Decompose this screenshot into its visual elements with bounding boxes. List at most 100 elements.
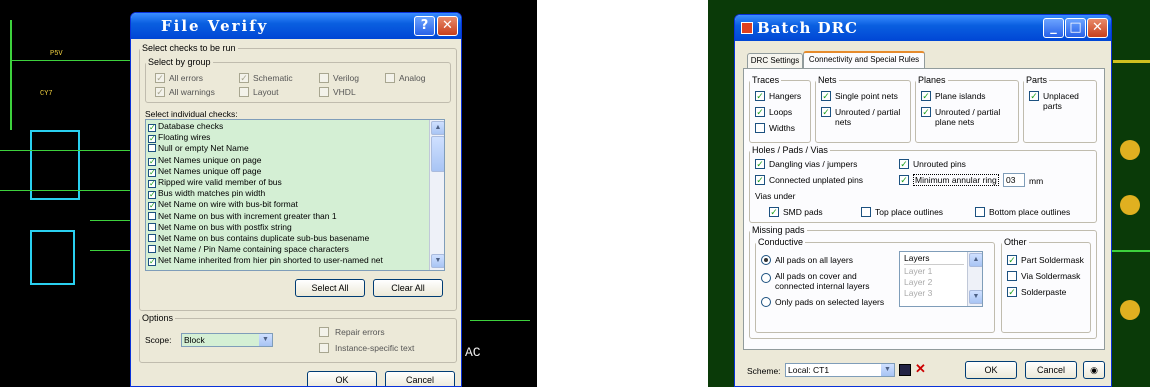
save-icon[interactable] <box>899 364 911 376</box>
part-soldermask-checkbox[interactable]: ✓ <box>1007 255 1017 265</box>
scope-select[interactable]: Block ▼ <box>181 333 273 347</box>
check-row[interactable]: Null or empty Net Name <box>148 144 249 153</box>
help-button[interactable]: ? <box>414 16 435 36</box>
unrouted-pins-checkbox[interactable]: ✓ <box>899 159 909 169</box>
check-row[interactable]: ✓ Ripped wire valid member of bus <box>148 178 282 188</box>
schematic-checkbox[interactable]: ✓ <box>239 73 249 83</box>
check-row[interactable]: ✓ Net Name on wire with bus-bit format <box>148 199 298 211</box>
only-pads-label: Only pads on selected layers <box>775 297 885 307</box>
check-label: Net Name on wire with bus-bit format <box>158 199 298 210</box>
layout-checkbox[interactable] <box>239 87 249 97</box>
analog-checkbox[interactable] <box>385 73 395 83</box>
check-row[interactable]: ✓ Database checks <box>148 122 223 132</box>
check-checkbox[interactable]: ✓ <box>148 258 156 267</box>
unplaced-parts-checkbox[interactable]: ✓ <box>1029 91 1039 101</box>
loops-checkbox[interactable]: ✓ <box>755 107 765 117</box>
widths-checkbox[interactable] <box>755 123 765 133</box>
solderpaste-checkbox[interactable]: ✓ <box>1007 287 1017 297</box>
check-row[interactable]: Net Name on bus with increment greater t… <box>148 210 337 221</box>
tab-connectivity[interactable]: Connectivity and Special Rules <box>803 51 925 68</box>
list-scrollbar[interactable]: ▲ ▼ <box>429 120 444 270</box>
ok-button[interactable]: OK <box>307 371 377 386</box>
layer-item[interactable]: Layer 1 <box>904 267 932 276</box>
top-place-checkbox[interactable] <box>861 207 871 217</box>
close-button[interactable]: ✕ <box>437 16 458 36</box>
bottom-place-checkbox[interactable] <box>975 207 985 217</box>
verilog-checkbox[interactable] <box>319 73 329 83</box>
hangers-checkbox[interactable]: ✓ <box>755 91 765 101</box>
check-row[interactable]: ✓ Net Name inherited from hier pin shorte… <box>148 256 383 267</box>
cancel-button[interactable]: Cancel <box>385 371 455 386</box>
check-row[interactable]: ✓ Net Names unique off page <box>148 166 261 177</box>
check-checkbox[interactable]: ✓ <box>148 157 156 166</box>
scroll-up-arrow[interactable]: ▲ <box>431 121 444 135</box>
select-all-button[interactable]: Select All <box>295 279 365 297</box>
check-checkbox[interactable]: ✓ <box>148 191 156 200</box>
scheme-select[interactable]: Local: CT1 ▼ <box>785 363 895 377</box>
ok-button[interactable]: OK <box>965 361 1017 379</box>
check-label: Net Name on bus with postfix string <box>158 221 292 232</box>
layer-item[interactable]: Layer 3 <box>904 289 932 298</box>
only-pads-radio[interactable] <box>761 297 771 307</box>
check-checkbox[interactable] <box>148 222 156 231</box>
app-icon <box>741 22 753 34</box>
check-checkbox[interactable]: ✓ <box>148 168 156 177</box>
scroll-down-arrow[interactable]: ▼ <box>431 254 444 268</box>
vhdl-checkbox[interactable] <box>319 87 329 97</box>
min-annular-checkbox[interactable]: ✓ <box>899 175 909 185</box>
check-row[interactable]: Net Name on bus with postfix string <box>148 221 292 232</box>
scroll-thumb[interactable] <box>431 136 444 172</box>
check-checkbox[interactable] <box>148 144 156 153</box>
connected-unplated-checkbox[interactable]: ✓ <box>755 175 765 185</box>
check-row[interactable]: ✓ Net Names unique on page <box>148 154 262 166</box>
layers-list[interactable]: Layers Layer 1 Layer 2 Layer 3 ▲ ▼ <box>899 251 983 307</box>
individual-checks-list[interactable]: ✓ Database checks ✓ Floating wires Null or e… <box>145 119 445 271</box>
check-checkbox[interactable]: ✓ <box>148 124 156 132</box>
check-checkbox[interactable] <box>148 211 156 220</box>
minimize-button[interactable]: _ <box>1043 18 1064 38</box>
check-row[interactable]: Net Name / Pin Name containing space cha… <box>148 245 349 254</box>
close-button[interactable]: ✕ <box>1087 18 1108 38</box>
check-checkbox[interactable]: ✓ <box>148 202 156 211</box>
single-point-nets-checkbox[interactable]: ✓ <box>821 91 831 101</box>
check-label: Net Names unique on page <box>158 154 262 165</box>
check-checkbox[interactable]: ✓ <box>148 180 156 188</box>
via-soldermask-checkbox[interactable] <box>1007 271 1017 281</box>
min-annular-input[interactable]: 03 <box>1003 173 1025 187</box>
cancel-button[interactable]: Cancel <box>1025 361 1077 379</box>
repair-errors-checkbox[interactable] <box>319 327 329 337</box>
instance-specific-checkbox[interactable] <box>319 343 329 353</box>
all-pads-radio[interactable] <box>761 255 771 265</box>
all-warnings-label: All warnings <box>169 87 215 97</box>
widths-label: Widths <box>769 123 795 133</box>
all-warnings-checkbox[interactable]: ✓ <box>155 87 165 97</box>
plane-islands-checkbox[interactable]: ✓ <box>921 91 931 101</box>
help-button[interactable]: ◉ <box>1083 361 1105 379</box>
maximize-icon: □ <box>1069 20 1082 35</box>
layer-item[interactable]: Layer 2 <box>904 278 932 287</box>
maximize-button[interactable]: □ <box>1065 18 1086 38</box>
unrouted-nets-checkbox[interactable]: ✓ <box>821 107 831 117</box>
check-row[interactable]: ✓ Floating wires <box>148 133 210 144</box>
unrouted-plane-nets-checkbox[interactable]: ✓ <box>921 107 931 117</box>
min-annular-label: Minimum annular ring <box>913 174 999 186</box>
tab-drc-settings[interactable]: DRC Settings <box>747 53 803 68</box>
check-checkbox[interactable] <box>148 234 156 242</box>
scroll-up-arrow[interactable]: ▲ <box>969 253 982 267</box>
loops-label: Loops <box>769 107 793 117</box>
check-row[interactable]: ✓ Bus width matches pin width <box>148 189 265 200</box>
check-label: Net Name on bus with increment greater t… <box>158 210 337 221</box>
all-pads-cover-radio[interactable] <box>761 273 771 283</box>
check-row[interactable]: Net Name on bus contains duplicate sub-b… <box>148 234 369 243</box>
smd-pads-checkbox[interactable]: ✓ <box>769 207 779 217</box>
layers-scrollbar[interactable]: ▲ ▼ <box>967 252 982 306</box>
individual-checks-label: Select individual checks: <box>145 109 238 119</box>
delete-icon[interactable]: ✕ <box>915 361 926 377</box>
all-errors-checkbox[interactable]: ✓ <box>155 73 165 83</box>
clear-all-button[interactable]: Clear All <box>373 279 443 297</box>
dangling-vias-checkbox[interactable]: ✓ <box>755 159 765 169</box>
check-checkbox[interactable]: ✓ <box>148 135 156 144</box>
check-checkbox[interactable] <box>148 245 156 254</box>
scroll-down-arrow[interactable]: ▼ <box>969 290 982 304</box>
scheme-label: Scheme: <box>747 366 781 376</box>
